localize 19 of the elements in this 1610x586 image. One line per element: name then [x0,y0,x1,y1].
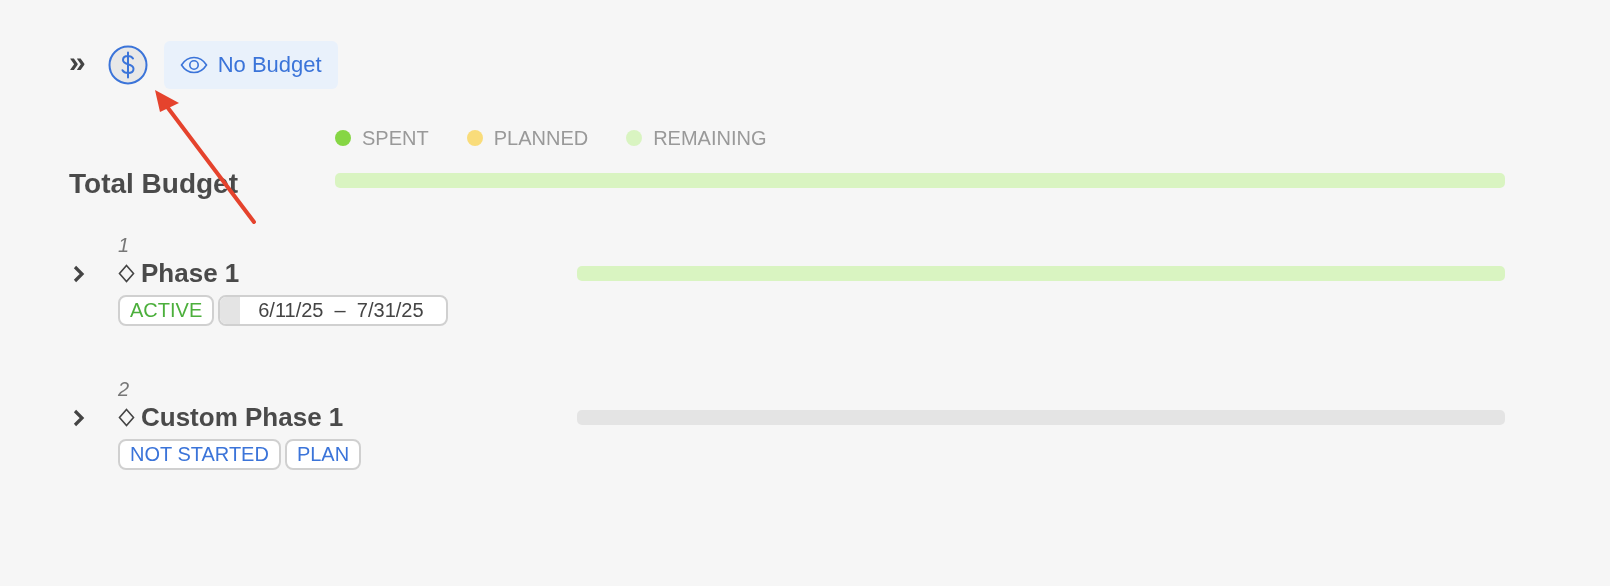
status-badge: NOT STARTED [118,439,281,470]
legend-label: PLANNED [493,126,589,150]
diamond-icon [118,408,135,427]
phase-title[interactable]: Phase 1 [141,258,240,289]
date-range-field[interactable]: 6/11/25 – 7/31/25 [218,295,448,326]
chevron-icon[interactable] [72,264,86,283]
legend-label: SPENT [362,126,429,150]
budget-view-button[interactable]: No Budget [163,41,338,89]
phase-title[interactable]: Custom Phase 1 [141,402,344,433]
legend-label: REMAINING [653,126,767,150]
phase-number: 2 [118,378,131,402]
eye-icon [179,56,208,74]
status-badge: ACTIVE [118,295,215,326]
chevron-icon[interactable] [72,408,86,427]
phase-number: 1 [118,234,131,258]
dollar-icon[interactable] [107,45,148,85]
diamond-icon [118,264,135,283]
status-badge: PLAN [284,439,362,470]
collapse-button[interactable]: » [69,47,84,77]
